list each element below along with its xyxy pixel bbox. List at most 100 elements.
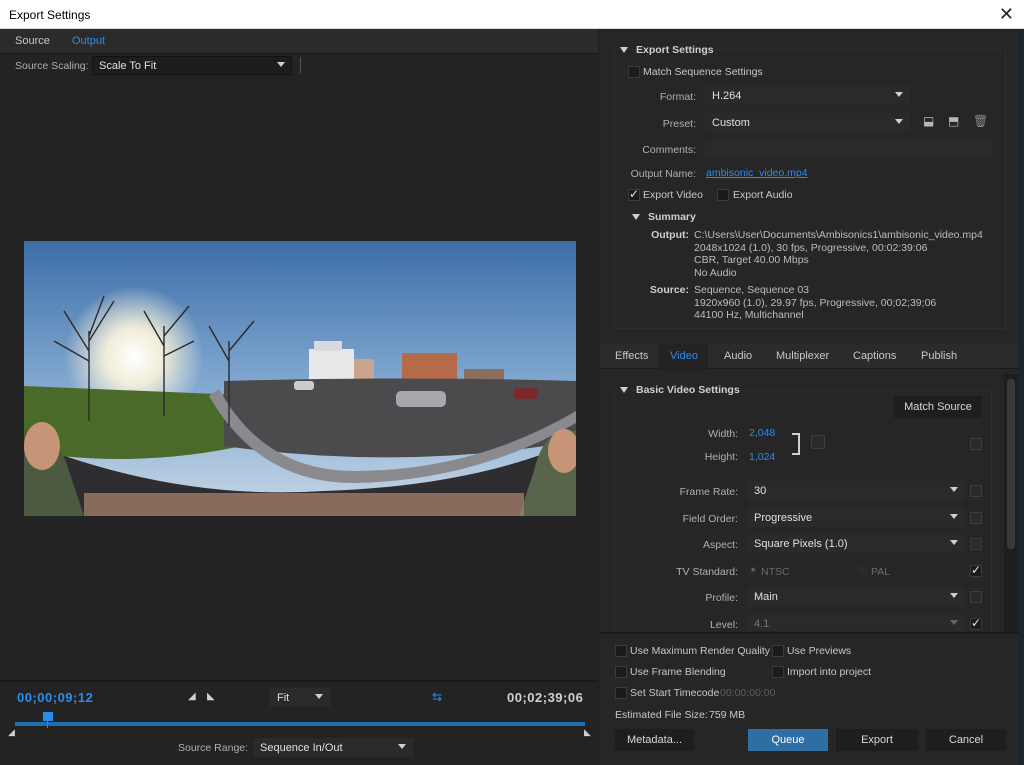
playhead[interactable] <box>43 712 53 721</box>
frame-blending-label: Use Frame Blending <box>630 666 726 678</box>
basic-video-title: Basic Video Settings <box>636 384 740 396</box>
match-sequence-label: Match Sequence Settings <box>643 66 763 78</box>
output-name-link[interactable]: ambisonic_video.mp4 <box>706 167 808 179</box>
summary-source-label: Source: <box>649 284 689 296</box>
import-project-checkbox[interactable] <box>772 666 784 678</box>
preset-dropdown[interactable]: Custom <box>705 113 910 132</box>
tab-captions[interactable]: Captions <box>853 350 896 362</box>
constrain-proportions-toggle[interactable] <box>811 435 825 449</box>
export-audio-checkbox[interactable] <box>717 189 729 201</box>
collapse-triangle-icon <box>632 214 640 221</box>
match-sequence-checkbox[interactable] <box>628 66 640 78</box>
tab-output[interactable]: Output <box>72 35 105 47</box>
tab-multiplexer[interactable]: Multiplexer <box>776 350 829 362</box>
tab-effects[interactable]: Effects <box>615 350 648 362</box>
format-label: Format: <box>659 91 696 103</box>
summary-output-line: C:\Users\User\Documents\Ambisonics1\ambi… <box>694 229 983 241</box>
ntsc-radio[interactable]: ● <box>748 565 758 575</box>
queue-button[interactable]: Queue <box>748 729 828 751</box>
start-timecode-value: 00:00:00:00 <box>720 687 776 699</box>
zoom-dropdown[interactable]: Fit <box>270 688 330 707</box>
tab-video[interactable]: Video <box>670 350 698 362</box>
source-range-label: Source Range: <box>178 742 249 754</box>
frame-rate-label: Frame Rate: <box>679 486 738 498</box>
summary-output: C:\Users\User\Documents\Ambisonics1\ambi… <box>694 229 983 279</box>
export-video-checkbox[interactable] <box>628 187 640 201</box>
summary-source-line: 1920x960 (1.0), 29.97 fps, Progressive, … <box>694 296 937 309</box>
cancel-button[interactable]: Cancel <box>926 729 1006 751</box>
profile-value: Main <box>754 591 778 603</box>
frame-blending-checkbox[interactable] <box>615 666 627 678</box>
current-timecode[interactable]: 00;00;09;12 <box>17 690 93 705</box>
tab-audio[interactable]: Audio <box>724 350 752 362</box>
summary-source-line: Sequence, Sequence 03 <box>694 284 810 296</box>
width-label: Width: <box>708 428 738 440</box>
chevron-down-icon <box>315 694 323 699</box>
mark-out-icon[interactable]: ◣ <box>207 691 215 702</box>
export-settings-header[interactable]: Export Settings <box>620 44 714 56</box>
use-previews-checkbox[interactable] <box>772 645 784 657</box>
chevron-down-icon <box>950 487 958 492</box>
save-preset-icon[interactable]: ⬓ <box>923 114 934 128</box>
comments-label: Comments: <box>642 144 696 156</box>
tv-standard-label: TV Standard: <box>676 566 738 578</box>
format-value: H.264 <box>712 90 742 102</box>
import-preset-icon[interactable]: ⬒ <box>948 114 959 128</box>
export-audio-label: Export Audio <box>733 189 793 201</box>
max-render-label: Use Maximum Render Quality <box>630 645 771 657</box>
chevron-down-icon <box>398 744 406 749</box>
field-order-override-checkbox[interactable] <box>970 512 982 524</box>
tab-publish[interactable]: Publish <box>921 350 957 362</box>
export-settings-title: Export Settings <box>636 44 714 56</box>
summary-output-line: No Audio <box>694 266 737 279</box>
level-dropdown[interactable]: 4.1 <box>747 614 965 631</box>
playhead-line <box>47 721 48 728</box>
aspect-ratio-correction-icon[interactable]: ⇆ <box>432 690 442 704</box>
profile-dropdown[interactable]: Main <box>747 587 965 606</box>
start-timecode-checkbox[interactable] <box>615 687 627 699</box>
resolution-override-checkbox[interactable] <box>970 438 982 450</box>
chevron-down-icon <box>277 62 285 67</box>
level-override-checkbox[interactable] <box>970 616 982 630</box>
in-point-icon[interactable]: ◢ <box>8 727 15 738</box>
frame-rate-dropdown[interactable]: 30 <box>747 481 965 500</box>
source-scaling-dropdown[interactable]: Scale To Fit <box>92 56 292 75</box>
time-range-bar[interactable] <box>15 722 585 726</box>
summary-source: Sequence, Sequence 03 1920x960 (1.0), 29… <box>694 284 936 322</box>
level-value: 4.1 <box>754 618 770 630</box>
level-label: Level: <box>709 619 738 631</box>
profile-override-checkbox[interactable] <box>970 591 982 603</box>
pal-radio[interactable] <box>857 565 867 575</box>
delete-preset-icon[interactable]: 🗑 <box>973 114 988 128</box>
frame-rate-override-checkbox[interactable] <box>970 485 982 497</box>
metadata-button[interactable]: Metadata... <box>615 729 694 751</box>
format-dropdown[interactable]: H.264 <box>705 86 910 105</box>
basic-video-header[interactable]: Basic Video Settings <box>620 384 740 396</box>
source-scaling-value: Scale To Fit <box>99 60 157 72</box>
summary-header[interactable]: Summary <box>632 211 696 223</box>
aspect-dropdown[interactable]: Square Pixels (1.0) <box>747 534 965 553</box>
height-label: Height: <box>704 451 738 463</box>
preview-tabs: Source Output <box>0 29 598 54</box>
aspect-override-checkbox[interactable] <box>970 538 982 550</box>
profile-label: Profile: <box>705 592 738 604</box>
mark-in-icon[interactable]: ◢ <box>188 691 196 702</box>
preset-label: Preset: <box>662 118 696 130</box>
scrollbar-thumb[interactable] <box>1007 379 1015 549</box>
background-window-edge <box>1018 29 1024 765</box>
width-value[interactable]: 2,048 <box>749 427 775 439</box>
match-source-button[interactable]: Match Source <box>894 396 982 418</box>
export-button[interactable]: Export <box>836 729 918 751</box>
source-range-dropdown[interactable]: Sequence In/Out <box>253 738 413 757</box>
max-render-checkbox[interactable] <box>615 645 627 657</box>
out-point-icon[interactable]: ◣ <box>584 727 591 738</box>
comments-field[interactable] <box>705 140 993 158</box>
height-value[interactable]: 1,024 <box>749 451 775 463</box>
close-icon[interactable]: ✕ <box>999 4 1014 25</box>
field-order-dropdown[interactable]: Progressive <box>747 508 965 527</box>
zoom-value: Fit <box>277 692 290 704</box>
tv-standard-override-checkbox[interactable] <box>970 563 982 577</box>
export-video-label: Export Video <box>643 189 703 201</box>
start-timecode-label: Set Start Timecode <box>630 687 720 699</box>
tab-source[interactable]: Source <box>15 35 50 47</box>
